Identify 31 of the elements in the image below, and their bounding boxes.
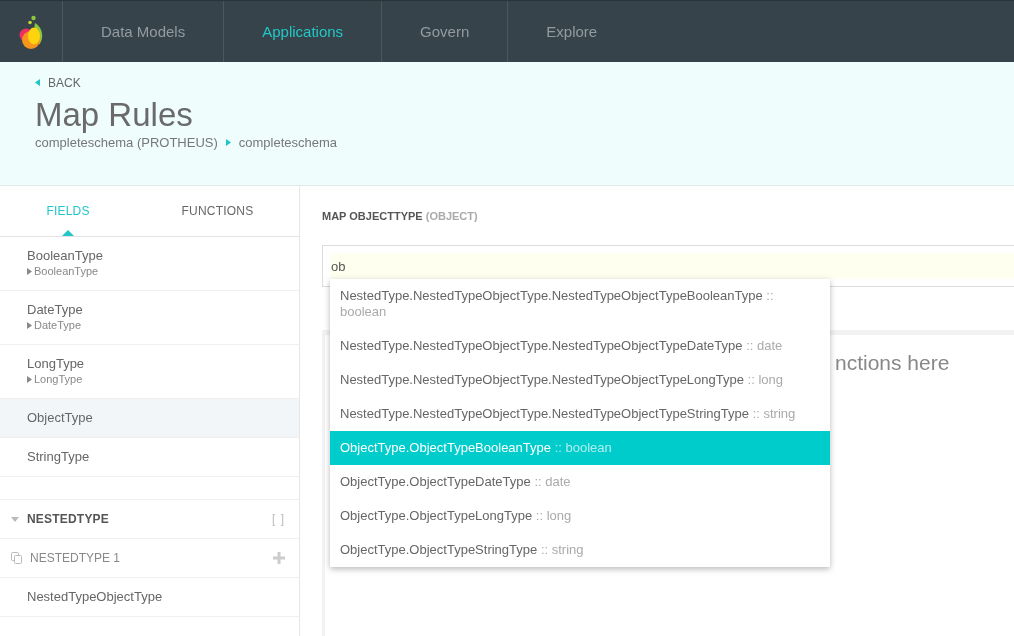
breadcrumb-current: completeschema: [238, 135, 338, 150]
suggestion-option[interactable]: NestedType.NestedTypeObjectType.NestedTypeObjectTypeStringType :: string: [330, 397, 830, 431]
group-title: NESTEDTYPE: [27, 512, 110, 526]
suggestion-option[interactable]: NestedType.NestedTypeObjectType.NestedTypeObjectTypeDateType :: date: [330, 329, 830, 363]
suggestion-option[interactable]: ObjectType.ObjectTypeLongType :: long: [330, 499, 830, 533]
mapping-label: MAP OBJECTTYPE (OBJECT): [322, 210, 478, 223]
caret-down-icon[interactable]: [11, 516, 19, 522]
back-link[interactable]: BACK: [35, 75, 81, 90]
instance-label: NESTEDTYPE 1: [30, 551, 122, 565]
field-item[interactable]: NestedTypeObjectType: [0, 578, 299, 617]
field-item[interactable]: StringType: [0, 438, 299, 477]
drop-hint: nctions here: [835, 350, 950, 376]
copy-icon[interactable]: [11, 552, 22, 564]
page-title: Map Rules: [35, 96, 193, 134]
caret-right-icon: [27, 322, 32, 329]
suggestion-option[interactable]: ObjectType.ObjectTypeStringType :: string: [330, 533, 830, 567]
caret-right-icon: [225, 139, 231, 146]
caret-right-icon: [27, 376, 32, 383]
breadcrumb-link[interactable]: completeschema (PROTHEUS): [35, 135, 218, 150]
caret-left-icon: [35, 79, 40, 86]
caret-right-icon: [27, 268, 32, 275]
nav-tab[interactable]: Explore: [508, 1, 636, 62]
field-item[interactable]: BooleanType BooleanType: [0, 237, 299, 291]
array-brackets: [ ]: [272, 512, 285, 526]
plus-icon[interactable]: [273, 552, 285, 564]
suggestion-option[interactable]: ObjectType.ObjectTypeDateType :: date: [330, 465, 830, 499]
field-item[interactable]: ObjectType: [0, 399, 299, 438]
logo-icon[interactable]: [18, 14, 44, 49]
suggestion-option[interactable]: NestedType.NestedTypeObjectType.NestedTypeObjectTypeLongType :: long: [330, 363, 830, 397]
field-item[interactable]: DateType DateType: [0, 291, 299, 345]
sidebar-tab[interactable]: FUNCTIONS: [136, 186, 299, 236]
